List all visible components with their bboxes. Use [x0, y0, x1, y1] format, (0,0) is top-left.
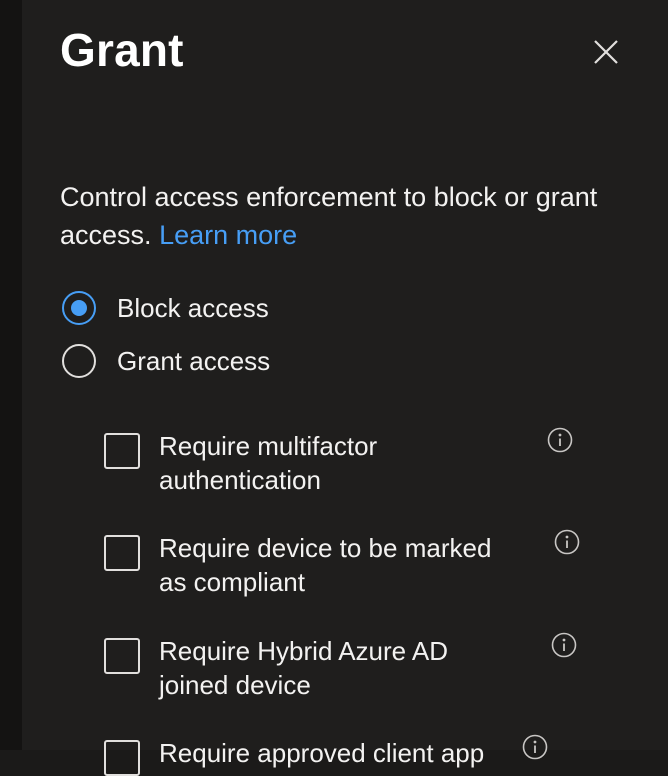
- label-require-compliant-device: Require device to be marked as compliant: [159, 533, 492, 597]
- label-require-hybrid-aad: Require Hybrid Azure AD joined device: [159, 636, 449, 700]
- radio-block-access[interactable]: Block access: [62, 288, 269, 328]
- radio-grant-access[interactable]: Grant access: [62, 341, 270, 381]
- label-require-mfa: Require multifactor authentication: [159, 431, 378, 495]
- info-icon[interactable]: [547, 427, 573, 453]
- checkbox-require-hybrid-aad[interactable]: [104, 638, 140, 674]
- panel-description: Control access enforcement to block or g…: [60, 178, 600, 254]
- close-button[interactable]: [590, 36, 622, 68]
- info-icon[interactable]: [551, 632, 577, 658]
- label-require-approved-app: Require approved client app: [159, 738, 485, 768]
- info-icon[interactable]: [522, 734, 548, 760]
- info-icon[interactable]: [554, 529, 580, 555]
- checkbox-require-compliant-device[interactable]: [104, 535, 140, 571]
- learn-more-link[interactable]: Learn more: [159, 220, 297, 250]
- radio-label-block-access: Block access: [117, 292, 269, 323]
- left-edge-strip: [0, 0, 22, 750]
- radio-button-checked[interactable]: [62, 291, 96, 325]
- close-icon: [594, 40, 618, 64]
- grant-panel: Grant Control access enforcement to bloc…: [22, 0, 668, 776]
- checkbox-require-mfa[interactable]: [104, 433, 140, 469]
- panel-title: Grant: [60, 24, 184, 76]
- description-text: Control access enforcement to block or g…: [60, 182, 598, 250]
- radio-button-unchecked[interactable]: [62, 344, 96, 378]
- checkbox-require-approved-app[interactable]: [104, 740, 140, 776]
- radio-label-grant-access: Grant access: [117, 345, 271, 376]
